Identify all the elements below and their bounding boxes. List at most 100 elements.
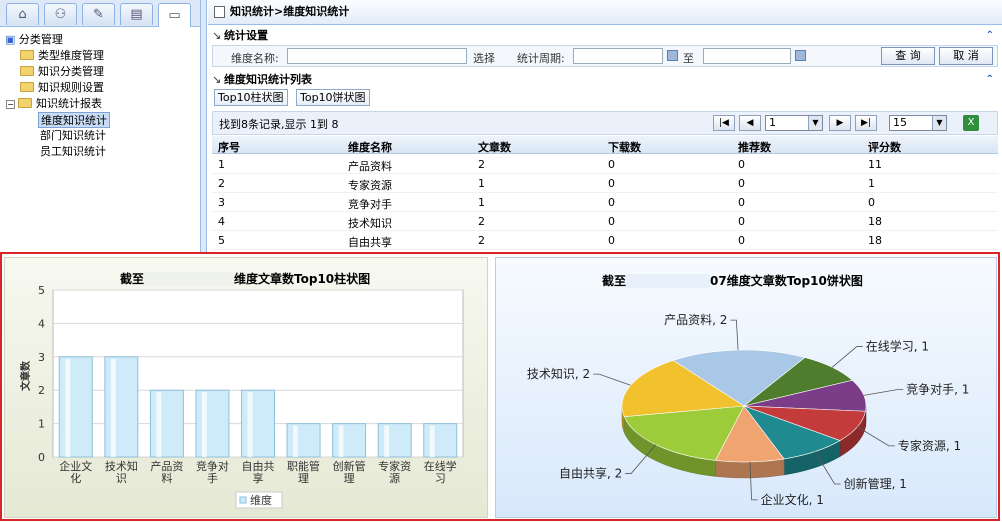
collapse-up-icon[interactable]: ⌃	[986, 72, 994, 88]
x-tick-label: 享	[253, 471, 264, 485]
bar[interactable]	[423, 423, 458, 458]
table-cell: 18	[868, 234, 882, 247]
x-tick-label: 技术知	[105, 459, 138, 473]
panel-splitter[interactable]	[200, 0, 207, 253]
excel-export-icon[interactable]: X	[963, 115, 979, 131]
col-header[interactable]: 下载数	[608, 139, 641, 155]
next-page-icon[interactable]: ▶	[829, 115, 851, 131]
table-cell: 0	[608, 177, 615, 190]
table-cell: 0	[738, 177, 745, 190]
table-cell: 0	[738, 215, 745, 228]
bar[interactable]	[58, 356, 93, 458]
breadcrumb: 知识统计>维度知识统计	[208, 0, 1002, 25]
col-header[interactable]: 推荐数	[738, 139, 771, 155]
tree-item-knowledge-category[interactable]: 知识分类管理	[20, 64, 104, 80]
home-icon[interactable]: ⌂	[6, 3, 39, 25]
tree-child-label: 维度知识统计	[41, 114, 107, 127]
prev-page-icon[interactable]: ◀	[739, 115, 761, 131]
tab-top10-bar[interactable]: Top10柱状图	[214, 89, 288, 106]
x-tick-label: 手	[207, 471, 218, 485]
col-header[interactable]: 序号	[218, 139, 240, 155]
table-cell: 0	[608, 215, 615, 228]
table-cell: 1	[218, 158, 225, 171]
table-cell: 4	[218, 215, 225, 228]
bar[interactable]	[332, 423, 367, 458]
tree-item-label: 知识统计报表	[36, 97, 102, 110]
bar[interactable]	[241, 389, 275, 458]
select-link[interactable]: 选择	[473, 50, 495, 66]
dimension-input[interactable]	[287, 48, 467, 64]
bar[interactable]	[286, 423, 321, 458]
x-tick-label: 识	[116, 472, 127, 485]
table-row[interactable]: 4 技术知识 2 0 0 18	[212, 212, 998, 231]
bar-highlight	[429, 425, 435, 457]
table-cell: 0	[608, 234, 615, 247]
document-icon[interactable]: ▤	[120, 3, 153, 25]
tree-item-type-dimension[interactable]: 类型维度管理	[20, 48, 104, 64]
col-header[interactable]: 文章数	[478, 139, 511, 155]
x-tick-label: 在线学	[424, 459, 457, 473]
col-header[interactable]: 维度名称	[348, 139, 392, 155]
pie-slice-label: 创新管理, 1	[844, 476, 907, 491]
tree-item-knowledge-rules[interactable]: 知识规则设置	[20, 80, 104, 96]
page-size-select[interactable]: 15 ▼	[889, 115, 947, 131]
breadcrumb-text: 知识统计>维度知识统计	[230, 5, 350, 18]
folder-tab-icon[interactable]: ▭	[158, 3, 191, 27]
x-tick-label: 创新管	[333, 459, 366, 473]
bar[interactable]	[149, 389, 184, 458]
col-header[interactable]: 评分数	[868, 139, 901, 155]
period-label: 统计周期:	[517, 52, 565, 65]
x-tick-label: 理	[344, 472, 355, 485]
pie-slice-label: 企业文化, 1	[761, 492, 824, 507]
page-value: 1	[769, 116, 776, 129]
bar-highlight	[338, 425, 344, 457]
table-row[interactable]: 3 竞争对手 1 0 0 0	[212, 193, 998, 212]
pie-slice-label: 技术知识, 2	[527, 367, 590, 381]
table-cell: 自由共享	[348, 236, 392, 249]
folder-open-icon	[18, 98, 32, 108]
bar-highlight	[65, 358, 71, 457]
x-tick-label: 职能管	[287, 459, 320, 473]
table-row[interactable]: 5 自由共享 2 0 0 18	[212, 231, 998, 250]
tree-child-staff-stat[interactable]: 员工知识统计	[40, 144, 106, 160]
x-tick-label: 竞争对	[196, 459, 229, 473]
page-size-value: 15	[893, 116, 907, 129]
x-tick-label: 料	[161, 471, 172, 485]
x-tick-label: 产品资	[150, 459, 183, 473]
org-icon[interactable]: ⚇	[44, 3, 77, 25]
bar[interactable]	[377, 423, 412, 458]
bar[interactable]	[104, 356, 139, 458]
calendar-icon[interactable]	[667, 50, 678, 61]
table-row[interactable]: 2 专家资源 1 0 0 1	[212, 174, 998, 193]
tree-root[interactable]: ▣ 分类管理	[5, 32, 63, 48]
list-header: ↘ 维度知识统计列表 ⌃	[210, 72, 1000, 88]
tree-item-stat-report[interactable]: − 知识统计报表	[6, 96, 102, 112]
period-start-input[interactable]	[573, 48, 663, 64]
last-page-icon[interactable]: ▶|	[855, 115, 877, 131]
table-cell: 0	[868, 196, 875, 209]
settings-header: ↘ 统计设置 ⌃	[210, 28, 1000, 44]
x-tick-label: 企业文	[59, 459, 92, 473]
table-row[interactable]: 1 产品资料 2 0 0 11	[212, 155, 998, 174]
folder-icon	[20, 50, 34, 60]
x-tick-label: 化	[70, 471, 81, 485]
calendar-icon[interactable]	[795, 50, 806, 61]
collapse-icon[interactable]: −	[6, 100, 15, 109]
page-icon	[214, 6, 225, 18]
query-button[interactable]: 查 询	[881, 47, 935, 65]
cancel-button[interactable]: 取 消	[939, 47, 993, 65]
bar[interactable]	[195, 389, 230, 458]
first-page-icon[interactable]: |◀	[713, 115, 735, 131]
tab-top10-pie[interactable]: Top10饼状图	[296, 89, 370, 106]
tree-child-dept-stat[interactable]: 部门知识统计	[40, 128, 106, 144]
bar-highlight	[156, 392, 162, 457]
collapse-up-icon[interactable]: ⌃	[986, 28, 994, 44]
table-cell: 1	[868, 177, 875, 190]
page-select[interactable]: 1 ▼	[765, 115, 823, 131]
edit-icon[interactable]: ✎	[82, 3, 115, 25]
table-cell: 2	[478, 215, 485, 228]
tree-child-dimension-stat[interactable]: 维度知识统计	[38, 112, 110, 128]
table-cell: 5	[218, 234, 225, 247]
stat-table: 序号 维度名称 文章数 下载数 推荐数 评分数 1 产品资料 2 0 0 11 2 专家资源 1…	[212, 136, 998, 253]
period-end-input[interactable]	[703, 48, 791, 64]
